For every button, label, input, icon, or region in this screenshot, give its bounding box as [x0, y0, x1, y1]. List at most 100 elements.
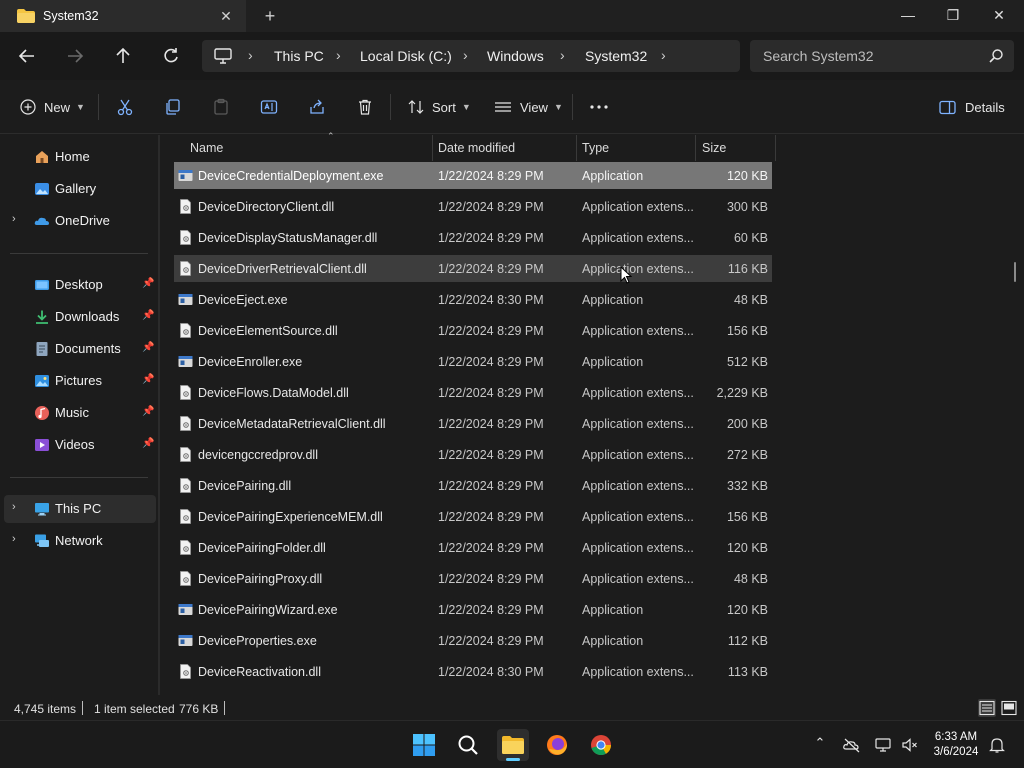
chrome-taskbar-button[interactable]	[585, 729, 617, 761]
start-button[interactable]	[408, 729, 440, 761]
tray-overflow-chevron-icon[interactable]: ⌃	[810, 735, 830, 755]
copy-button[interactable]	[164, 95, 182, 119]
details-view-button[interactable]	[978, 699, 996, 717]
share-button[interactable]	[308, 95, 326, 119]
tab-system32[interactable]: System32 ✕	[0, 0, 246, 32]
close-tab-button[interactable]: ✕	[216, 6, 236, 26]
chevron-right-icon[interactable]: ›	[12, 501, 16, 513]
chrome-icon	[591, 735, 612, 756]
more-options-button[interactable]	[589, 95, 609, 119]
firefox-taskbar-button[interactable]	[541, 729, 573, 761]
file-size: 512 KB	[726, 355, 768, 369]
details-label: Details	[965, 99, 1005, 115]
file-row[interactable]: DeviceEject.exe 1/22/2024 8:30 PM Applicat…	[174, 286, 772, 313]
file-row[interactable]: DevicePairingExperienceMEM.dll 1/22/2024 …	[174, 503, 772, 530]
file-date-modified: 1/22/2024 8:29 PM	[438, 572, 544, 586]
file-date-modified: 1/22/2024 8:29 PM	[438, 355, 544, 369]
breadcrumb-this-pc[interactable]: This PC	[274, 48, 324, 64]
breadcrumb-system32[interactable]: System32	[585, 48, 647, 64]
column-header-size[interactable]: Size	[696, 135, 776, 161]
cut-button[interactable]	[116, 95, 134, 119]
file-row[interactable]: DeviceFlows.DataModel.dll 1/22/2024 8:29 …	[174, 379, 772, 406]
file-row[interactable]: DeviceEnroller.exe 1/22/2024 8:29 PM Appli…	[174, 348, 772, 375]
sidebar-item-this-pc[interactable]: › This PC	[4, 495, 156, 523]
sidebar-item-videos[interactable]: Videos 📌	[4, 431, 156, 459]
chevron-right-icon[interactable]: ›	[463, 47, 468, 63]
column-divider[interactable]	[775, 135, 776, 161]
back-button[interactable]	[14, 44, 40, 68]
close-window-button[interactable]: ✕	[986, 4, 1012, 26]
paste-button[interactable]	[212, 95, 230, 119]
search-taskbar-button[interactable]	[452, 729, 484, 761]
file-list: Name ⌃ Date modified Type Size DeviceCre…	[160, 131, 1024, 695]
plus-circle-icon	[20, 99, 36, 115]
volume-muted-icon[interactable]	[900, 735, 920, 755]
file-row[interactable]: devicengccredprov.dll 1/22/2024 8:29 PM Ap…	[174, 441, 772, 468]
file-row[interactable]: DeviceProperties.exe 1/22/2024 8:29 PM App…	[174, 627, 772, 654]
new-button[interactable]: New ▼	[20, 95, 85, 119]
breadcrumb-local-disk[interactable]: Local Disk (C:)	[360, 48, 452, 64]
file-row[interactable]: DeviceCredentialDeployment.exe 1/22/2024 …	[174, 162, 772, 189]
file-row[interactable]: DevicePairingWizard.exe 1/22/2024 8:29 PM…	[174, 596, 772, 623]
breadcrumb-windows[interactable]: Windows	[487, 48, 544, 64]
file-row[interactable]: DeviceDirectoryClient.dll 1/22/2024 8:29 …	[174, 193, 772, 220]
tiles-view-button[interactable]	[1000, 699, 1018, 717]
refresh-button[interactable]	[158, 44, 184, 68]
search-icon	[458, 735, 478, 755]
chevron-right-icon[interactable]: ›	[661, 47, 666, 63]
file-row[interactable]: DevicePairingFolder.dll 1/22/2024 8:29 PM…	[174, 534, 772, 561]
sidebar-item-pictures[interactable]: Pictures 📌	[4, 367, 156, 395]
file-name: DeviceReactivation.dll	[198, 665, 321, 679]
notifications-bell-icon[interactable]	[987, 735, 1007, 755]
sidebar-item-home[interactable]: Home	[4, 143, 156, 171]
search-input[interactable]: Search System32	[750, 40, 1014, 72]
file-row[interactable]: DeviceDisplayStatusManager.dll 1/22/2024 …	[174, 224, 772, 251]
maximize-button[interactable]: ❐	[940, 4, 966, 26]
tab-title: System32	[43, 9, 99, 23]
details-pane-button[interactable]: Details	[939, 95, 1005, 119]
file-row[interactable]: DevicePairing.dll 1/22/2024 8:29 PM Applic…	[174, 472, 772, 499]
file-row[interactable]: DeviceDriverRetrievalClient.dll 1/22/2024…	[174, 255, 772, 282]
dll-file-icon	[180, 571, 191, 586]
clock[interactable]: 6:33 AM 3/6/2024	[926, 730, 986, 760]
file-row[interactable]: DeviceMetadataRetrievalClient.dll 1/22/20…	[174, 410, 772, 437]
sidebar-item-music[interactable]: Music 📌	[4, 399, 156, 427]
sort-button[interactable]: Sort ▼	[407, 95, 471, 119]
column-header-date[interactable]: Date modified	[432, 135, 576, 161]
file-name: DeviceCredentialDeployment.exe	[198, 169, 384, 183]
chevron-right-icon[interactable]: ›	[12, 213, 16, 225]
taskbar: ⌃ 6:33 AM 3/6/2024	[0, 720, 1024, 768]
file-type: Application extens...	[582, 510, 694, 524]
file-explorer-taskbar-button[interactable]	[497, 729, 529, 761]
sidebar-item-gallery[interactable]: Gallery	[4, 175, 156, 203]
column-header-name[interactable]: Name ⌃	[184, 131, 432, 161]
file-size: 272 KB	[726, 448, 768, 462]
sidebar-item-documents[interactable]: Documents 📌	[4, 335, 156, 363]
forward-button[interactable]	[62, 44, 88, 68]
rename-button[interactable]	[260, 95, 278, 119]
onedrive-offline-icon[interactable]	[842, 735, 862, 755]
chevron-right-icon[interactable]: ›	[12, 533, 16, 545]
search-icon[interactable]	[988, 48, 1004, 64]
up-button[interactable]	[110, 44, 136, 68]
chevron-right-icon[interactable]: ›	[336, 47, 341, 63]
sidebar-item-downloads[interactable]: Downloads 📌	[4, 303, 156, 331]
sidebar-item-network[interactable]: › Network	[4, 527, 156, 555]
file-size: 120 KB	[726, 169, 768, 183]
column-header-type[interactable]: Type	[576, 135, 695, 161]
delete-button[interactable]	[356, 95, 374, 119]
onedrive-icon	[34, 217, 49, 225]
chevron-right-icon[interactable]: ›	[560, 47, 565, 63]
view-button[interactable]: View ▼	[494, 95, 563, 119]
file-row[interactable]: DeviceElementSource.dll 1/22/2024 8:29 PM…	[174, 317, 772, 344]
vertical-scrollbar[interactable]	[1014, 262, 1016, 282]
file-row[interactable]: DeviceReactivation.dll 1/22/2024 8:30 PM A…	[174, 658, 772, 685]
address-bar[interactable]: › This PC › Local Disk (C:) › Windows › …	[202, 40, 740, 72]
minimize-button[interactable]: —	[895, 4, 921, 26]
sidebar-item-onedrive[interactable]: › OneDrive	[4, 207, 156, 235]
sidebar-item-desktop[interactable]: Desktop 📌	[4, 271, 156, 299]
file-type: Application extens...	[582, 386, 694, 400]
new-tab-button[interactable]: +	[260, 6, 280, 26]
network-status-icon[interactable]	[874, 735, 894, 755]
file-row[interactable]: DevicePairingProxy.dll 1/22/2024 8:29 PM A…	[174, 565, 772, 592]
